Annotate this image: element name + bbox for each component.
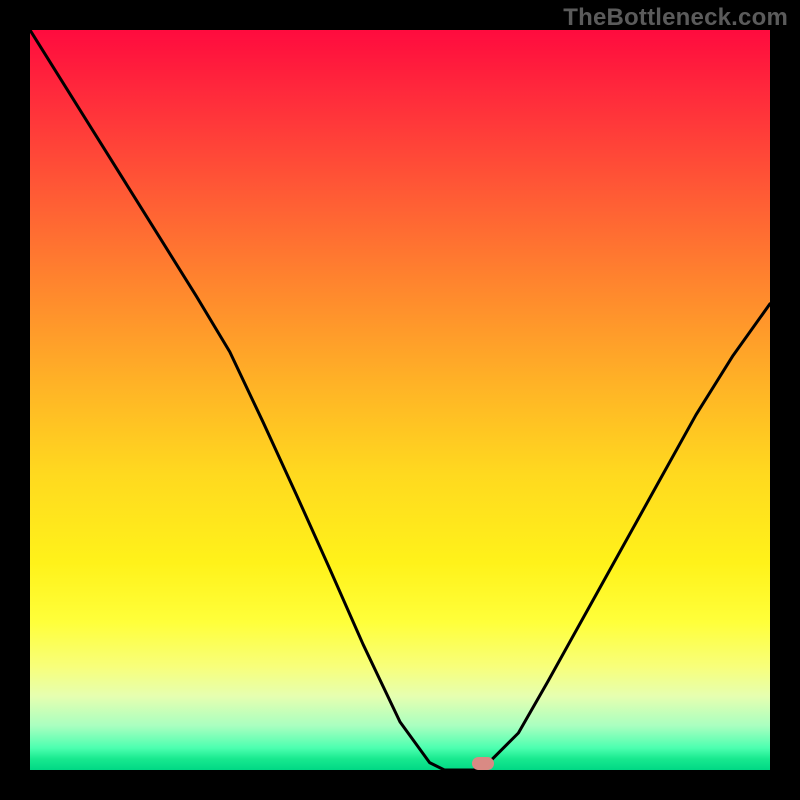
plot-area <box>30 30 770 770</box>
bottleneck-curve <box>30 30 770 770</box>
curve-svg <box>30 30 770 770</box>
optimal-marker <box>472 757 494 770</box>
watermark-text: TheBottleneck.com <box>563 4 788 32</box>
chart-frame: TheBottleneck.com <box>0 0 800 800</box>
